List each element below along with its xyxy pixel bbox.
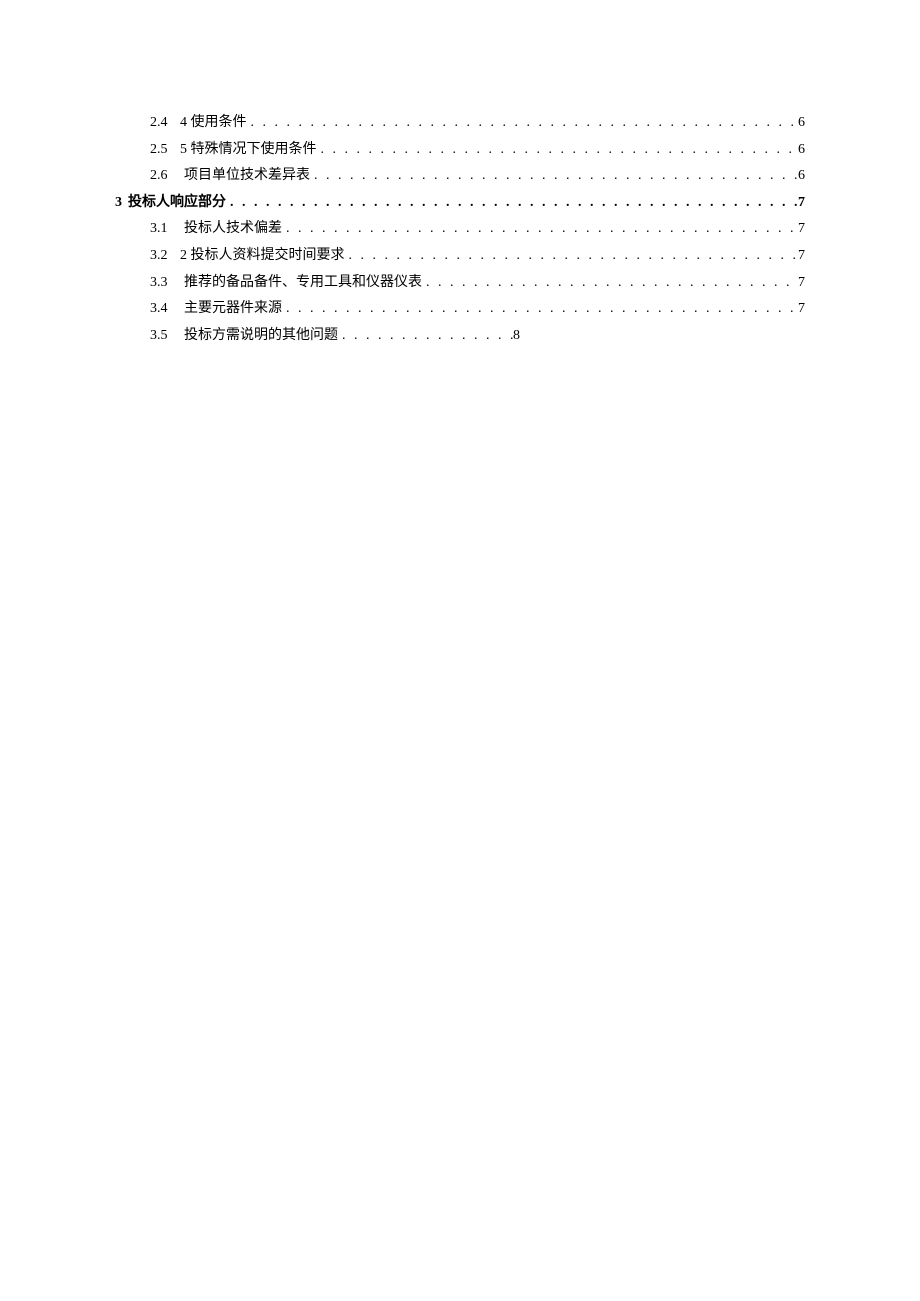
- toc-entry: 3.22 投标人资料提交时间要求 7: [115, 243, 805, 270]
- toc-leader-dots: [282, 216, 798, 243]
- toc-number: 3: [115, 190, 122, 217]
- toc-page-number: 8: [513, 323, 520, 350]
- toc-number: 3.5: [150, 323, 178, 350]
- toc-leader-dots: [247, 110, 799, 137]
- toc-title: 项目单位技术差异表: [178, 163, 310, 190]
- toc-leader-dots: [338, 323, 513, 350]
- toc-container: 2.44 使用条件62.55 特殊情况下使用条件62.6项目单位技术差异表63投…: [115, 110, 805, 349]
- toc-entry: 3投标人响应部分 7: [115, 190, 805, 217]
- toc-page-number: 7: [798, 243, 805, 270]
- toc-entry: 2.44 使用条件 6: [115, 110, 805, 137]
- toc-entry: 2.55 特殊情况下使用条件 6: [115, 137, 805, 164]
- toc-title: 投标方需说明的其他问题: [178, 323, 338, 350]
- toc-page-number: 7: [798, 270, 805, 297]
- toc-title: 推荐的备品备件、专用工具和仪器仪表: [178, 270, 422, 297]
- toc-title: 4 使用条件: [178, 110, 247, 137]
- toc-page-number: 7: [798, 296, 805, 323]
- toc-number: 3.2: [150, 243, 178, 270]
- toc-number: 3.1: [150, 216, 178, 243]
- toc-title: 投标人技术偏差: [178, 216, 282, 243]
- toc-entry: 2.6项目单位技术差异表 6: [115, 163, 805, 190]
- toc-leader-dots: [310, 163, 798, 190]
- toc-leader-dots: [422, 270, 798, 297]
- toc-leader-dots: [282, 296, 798, 323]
- toc-page-number: 6: [798, 163, 805, 190]
- toc-leader-dots: [345, 243, 799, 270]
- toc-page-number: 6: [798, 137, 805, 164]
- toc-title: 5 特殊情况下使用条件: [178, 137, 317, 164]
- toc-entry: 3.5投标方需说明的其他问题 8: [115, 323, 520, 350]
- toc-number: 2.6: [150, 163, 178, 190]
- toc-number: 3.4: [150, 296, 178, 323]
- toc-entry: 3.1投标人技术偏差 7: [115, 216, 805, 243]
- toc-number: 2.4: [150, 110, 178, 137]
- toc-entry: 3.4主要元器件来源 7: [115, 296, 805, 323]
- toc-entry: 3.3推荐的备品备件、专用工具和仪器仪表 7: [115, 270, 805, 297]
- toc-leader-dots: [226, 190, 798, 217]
- toc-title: 投标人响应部分: [122, 190, 226, 217]
- toc-number: 2.5: [150, 137, 178, 164]
- toc-title: 主要元器件来源: [178, 296, 282, 323]
- toc-page-number: 7: [798, 190, 805, 217]
- toc-page-number: 6: [798, 110, 805, 137]
- toc-page-number: 7: [798, 216, 805, 243]
- toc-title: 2 投标人资料提交时间要求: [178, 243, 345, 270]
- toc-number: 3.3: [150, 270, 178, 297]
- toc-leader-dots: [317, 137, 799, 164]
